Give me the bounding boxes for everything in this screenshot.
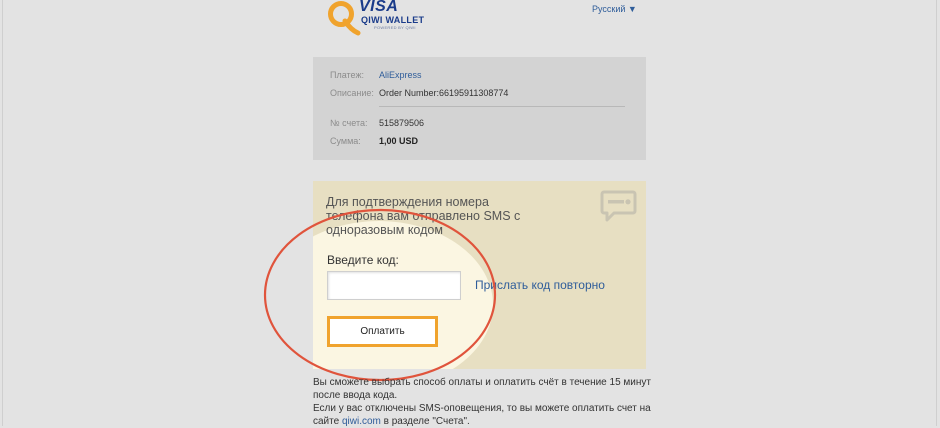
footer-line-1: Вы сможете выбрать способ оплаты и оплат…: [313, 377, 651, 401]
qiwi-site-link[interactable]: qiwi.com: [342, 416, 381, 427]
code-label: Введите код:: [327, 253, 399, 267]
page-edge-right: [936, 0, 937, 426]
sms-confirmation-box: Для подтверждения номера телефона вам от…: [313, 181, 646, 369]
sms-message: Для подтверждения номера телефона вам от…: [326, 195, 521, 237]
payment-info-box: Платеж: AliExpress Описание: Order Numbe…: [313, 57, 646, 160]
qiwi-visa-logo: VISA QIWI WALLET POWERED BY QIWI: [327, 0, 427, 36]
sms-code-input[interactable]: [327, 271, 461, 300]
footer-text: Вы сможете выбрать способ оплаты и оплат…: [313, 376, 653, 428]
info-divider: [379, 106, 625, 107]
language-selector[interactable]: Русский ▼: [592, 4, 637, 14]
resend-code-link[interactable]: Прислать код повторно: [475, 278, 605, 292]
account-value: 515879506: [379, 118, 425, 128]
footer-line-2-suffix: в разделе "Счета".: [380, 416, 470, 427]
payment-merchant-link[interactable]: AliExpress: [379, 70, 422, 80]
logo-wallet-text: QIWI WALLET: [361, 15, 425, 25]
account-label: № счета:: [330, 118, 368, 128]
amount-value: 1,00 USD: [379, 136, 419, 146]
description-value: Order Number:66195911308774: [379, 88, 509, 98]
description-label: Описание:: [330, 88, 374, 98]
sms-message-icon: [600, 190, 637, 222]
logo-powered-text: POWERED BY QIWI: [374, 25, 416, 30]
amount-label: Сумма:: [330, 136, 361, 146]
qiwi-logo-icon: [328, 1, 361, 36]
logo-visa-text: VISA: [359, 0, 399, 15]
payment-label: Платеж:: [330, 70, 364, 80]
pay-button[interactable]: Оплатить: [327, 316, 438, 347]
footer-line-2: Если у вас отключены SMS-оповещения, то …: [313, 402, 653, 428]
page-edge-left: [2, 0, 3, 426]
